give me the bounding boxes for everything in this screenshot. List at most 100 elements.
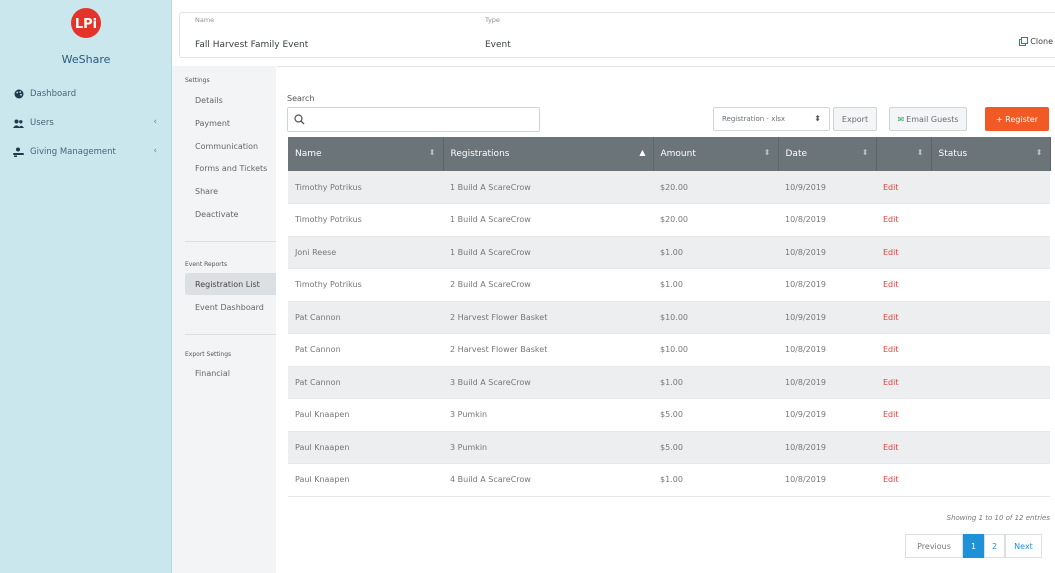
sort-icon: ⬍ [916, 148, 924, 157]
edit-link[interactable]: Edit [876, 236, 931, 269]
table-row[interactable]: Pat Cannon 3 Build A ScareCrow $1.00 10/8/2… [288, 366, 1050, 399]
cell-name: Pat Cannon [288, 333, 443, 367]
edit-link[interactable]: Edit [876, 301, 931, 334]
cell-name: Paul Knaapen [288, 398, 443, 432]
cell-date: 10/8/2019 [778, 268, 876, 302]
cell-date: 10/9/2019 [778, 301, 876, 334]
cell-date: 10/8/2019 [778, 203, 876, 237]
table-row[interactable]: Pat Cannon 2 Harvest Flower Basket $10.00 1… [288, 301, 1050, 334]
settings-item-deactivate[interactable]: Deactivate [195, 210, 238, 219]
cell-date: 10/8/2019 [778, 236, 876, 269]
export-item-financial[interactable]: Financial [195, 369, 230, 378]
col-header-label: Name [295, 149, 322, 159]
sort-icon: ⬍ [763, 148, 771, 157]
cell-date: 10/9/2019 [778, 398, 876, 432]
cell-status [931, 463, 1050, 497]
sidebar-item-dashboard[interactable]: Dashboard [0, 82, 172, 106]
sidebar-item-users[interactable]: Users ‹ [0, 111, 172, 135]
table-row[interactable]: Joni Reese 1 Build A ScareCrow $1.00 10/8/2… [288, 236, 1050, 269]
chevron-left-icon: ‹ [153, 146, 157, 156]
edit-link[interactable]: Edit [876, 398, 931, 432]
edit-link[interactable]: Edit [876, 171, 931, 204]
col-header-amount[interactable]: Amount ⬍ [653, 137, 779, 171]
lpi-logo[interactable]: LPi [71, 8, 101, 38]
settings-item-forms-and-tickets[interactable]: Forms and Tickets [195, 164, 267, 173]
settings-item-payment[interactable]: Payment [195, 119, 230, 128]
table-row[interactable]: Paul Knaapen 3 Pumkin $5.00 10/9/2019 Edit [288, 398, 1050, 432]
cell-registrations: 2 Harvest Flower Basket [443, 301, 653, 334]
cell-status [931, 398, 1050, 432]
settings-item-share[interactable]: Share [195, 187, 218, 196]
select-caret-icon: ⬍ [814, 114, 821, 123]
cell-name: Timothy Potrikus [288, 268, 443, 302]
reports-item-event-dashboard[interactable]: Event Dashboard [195, 303, 264, 312]
users-icon [13, 118, 24, 128]
cell-status [931, 171, 1050, 204]
pagination-page-1[interactable]: 1 [963, 534, 984, 558]
email-guests-label: Email Guests [906, 114, 959, 124]
cell-status [931, 268, 1050, 302]
edit-link[interactable]: Edit [876, 463, 931, 497]
cell-amount: $1.00 [653, 366, 778, 399]
settings-item-communication[interactable]: Communication [195, 142, 258, 151]
sidebar-item-label: Dashboard [30, 89, 77, 99]
settings-panel: Settings Details Payment Communication F… [172, 66, 276, 573]
table-header-row: Name ⬍ Registrations ▲ Amount ⬍ Date ⬍ ⬍ Sta… [288, 137, 1051, 171]
col-header-status[interactable]: Status ⬍ [931, 137, 1051, 171]
sort-icon: ⬍ [861, 148, 869, 157]
clone-button[interactable]: Clone [1019, 37, 1053, 46]
search-input[interactable] [310, 111, 535, 128]
col-header-name[interactable]: Name ⬍ [288, 137, 444, 171]
entries-info: Showing 1 to 10 of 12 entries [946, 514, 1050, 522]
type-label: Type [485, 16, 500, 24]
table-row[interactable]: Timothy Potrikus 1 Build A ScareCrow $20.0… [288, 203, 1050, 237]
name-label: Name [195, 16, 215, 24]
event-reports-title: Event Reports [185, 261, 228, 268]
table-row[interactable]: Paul Knaapen 3 Pumkin $5.00 10/8/2019 Edit [288, 431, 1050, 464]
pagination-next[interactable]: Next [1005, 534, 1042, 558]
cell-amount: $10.00 [653, 301, 778, 334]
edit-link[interactable]: Edit [876, 203, 931, 237]
pagination-page-2[interactable]: 2 [984, 534, 1005, 558]
edit-link[interactable]: Edit [876, 268, 931, 302]
envelope-icon: ✉ [897, 114, 905, 124]
table-row[interactable]: Timothy Potrikus 1 Build A ScareCrow $20.0… [288, 171, 1050, 204]
reports-item-registration-list[interactable]: Registration List [185, 273, 276, 295]
col-header-action[interactable]: ⬍ [876, 137, 932, 171]
sort-icon: ⬍ [1035, 148, 1043, 157]
cell-status [931, 366, 1050, 399]
sidebar-item-giving-management[interactable]: Giving Management ‹ [0, 140, 172, 164]
register-button[interactable]: + Register [985, 107, 1049, 131]
clone-label: Clone [1030, 37, 1053, 46]
cell-date: 10/8/2019 [778, 431, 876, 464]
clone-icon [1019, 37, 1029, 46]
cell-amount: $1.00 [653, 463, 778, 497]
event-name: Fall Harvest Family Event [195, 40, 309, 50]
export-format-select[interactable]: Registration - xlsx ⬍ [713, 107, 830, 131]
settings-item-details[interactable]: Details [195, 96, 223, 105]
table-row[interactable]: Pat Cannon 2 Harvest Flower Basket $10.00 1… [288, 333, 1050, 367]
sort-asc-icon: ▲ [639, 148, 646, 157]
palette-icon [13, 89, 24, 99]
edit-link[interactable]: Edit [876, 431, 931, 464]
cell-amount: $5.00 [653, 431, 778, 464]
table-row[interactable]: Timothy Potrikus 2 Build A ScareCrow $1.00… [288, 268, 1050, 302]
sidebar-item-label: Users [30, 118, 54, 128]
donate-icon [13, 147, 24, 157]
edit-link[interactable]: Edit [876, 366, 931, 399]
pagination-previous[interactable]: Previous [905, 534, 963, 558]
email-guests-button[interactable]: ✉ Email Guests [889, 107, 967, 131]
table-row[interactable]: Paul Knaapen 4 Build A ScareCrow $1.00 10/8… [288, 463, 1050, 497]
cell-name: Paul Knaapen [288, 463, 443, 497]
col-header-date[interactable]: Date ⬍ [778, 137, 877, 171]
col-header-registrations[interactable]: Registrations ▲ [443, 137, 654, 171]
edit-link[interactable]: Edit [876, 333, 931, 367]
cell-registrations: 2 Build A ScareCrow [443, 268, 653, 302]
cell-registrations: 3 Pumkin [443, 431, 653, 464]
search-box [287, 107, 540, 132]
cell-registrations: 1 Build A ScareCrow [443, 236, 653, 269]
cell-registrations: 2 Harvest Flower Basket [443, 333, 653, 367]
export-button[interactable]: Export [833, 107, 877, 131]
chevron-left-icon: ‹ [153, 117, 157, 127]
col-header-label: Registrations [450, 149, 510, 159]
